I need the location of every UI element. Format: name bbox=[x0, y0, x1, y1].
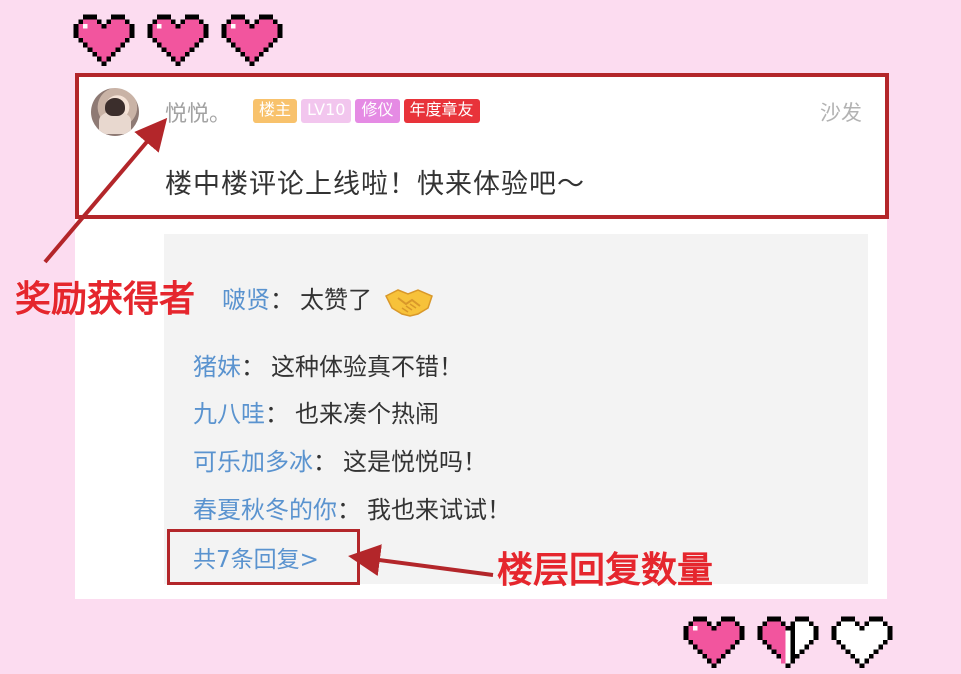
heart-full-icon bbox=[73, 14, 135, 66]
reply-item[interactable]: 九八哇： 也来凑个热闹 bbox=[193, 394, 439, 429]
heart-half-icon bbox=[757, 616, 819, 668]
reply-text: 我也来试试！ bbox=[367, 496, 511, 524]
reward-winner-callout: 奖励获得者 bbox=[15, 279, 196, 320]
bottom-hearts bbox=[683, 612, 893, 668]
reply-text: 太赞了 bbox=[300, 286, 372, 314]
handshake-emoji-icon bbox=[384, 289, 433, 317]
reply-author[interactable]: 九八哇 bbox=[193, 400, 265, 428]
reply-author[interactable]: 啵贤 bbox=[222, 286, 270, 314]
reply-text: 也来凑个热闹 bbox=[295, 400, 439, 428]
reply-item[interactable]: 可乐加多冰： 这是悦悦吗！ bbox=[193, 442, 487, 477]
reply-text: 这是悦悦吗！ bbox=[343, 448, 487, 476]
reply-item[interactable]: 春夏秋冬的你： 我也来试试！ bbox=[193, 490, 511, 525]
reply-author[interactable]: 猪妹 bbox=[193, 353, 241, 381]
heart-empty-icon bbox=[831, 616, 893, 668]
reply-count-callout: 楼层回复数量 bbox=[497, 550, 714, 591]
reply-item[interactable]: 猪妹： 这种体验真不错！ bbox=[193, 347, 463, 382]
reply-count-highlight-box bbox=[167, 529, 360, 585]
post-highlight-box bbox=[75, 73, 889, 219]
reply-text: 这种体验真不错！ bbox=[271, 353, 463, 381]
heart-full-icon bbox=[683, 616, 745, 668]
reply-author[interactable]: 可乐加多冰 bbox=[193, 448, 313, 476]
heart-full-icon bbox=[221, 14, 283, 66]
heart-full-icon bbox=[147, 14, 209, 66]
reply-author[interactable]: 春夏秋冬的你 bbox=[193, 496, 337, 524]
reply-item[interactable]: 啵贤： 太赞了 bbox=[222, 280, 434, 318]
top-hearts bbox=[73, 10, 283, 66]
